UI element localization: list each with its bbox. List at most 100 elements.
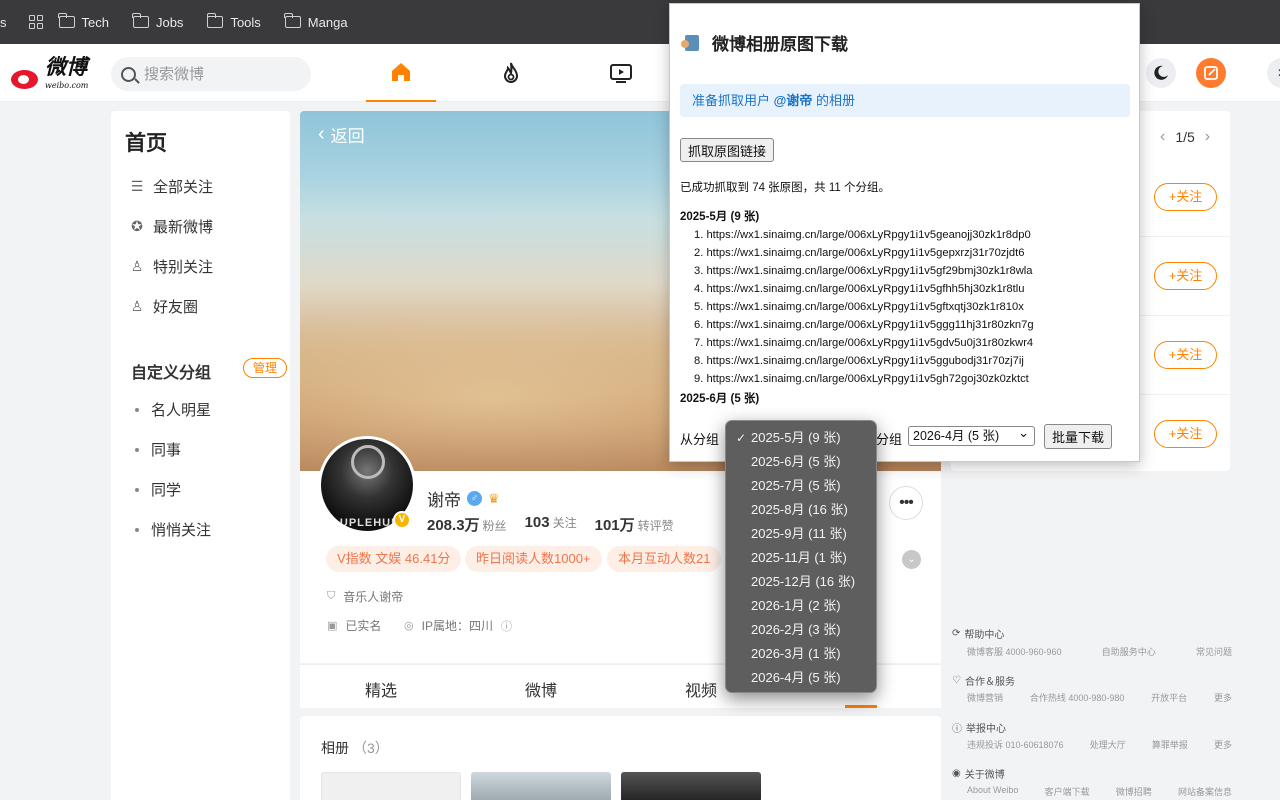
bookmark-folder-tech[interactable]: Tech <box>58 13 109 30</box>
nav-video-tab[interactable] <box>586 44 656 102</box>
followers-count[interactable]: 208.3万 粉丝 <box>427 514 507 535</box>
dropdown-option[interactable]: 2026-3月 (1 张) <box>726 642 876 666</box>
nav-home-tab[interactable] <box>366 44 436 102</box>
id-card-icon: ▣ <box>327 620 338 632</box>
manage-groups-button[interactable]: 管理 <box>243 358 287 378</box>
weibo-logo[interactable]: 微博 weibo.com <box>9 56 89 96</box>
bookmark-folder-manga[interactable]: Manga <box>284 13 348 30</box>
dark-mode-button[interactable] <box>1146 58 1176 88</box>
username: 谢帝 ♂ ♛ <box>427 490 500 511</box>
search-input[interactable] <box>144 65 294 83</box>
group-heading: 2025-5月 (9 张) <box>680 211 760 223</box>
video-icon <box>610 64 632 83</box>
popup-title: 微博相册原图下载 <box>680 30 848 55</box>
group-item-secret-follow[interactable]: 悄悄关注 <box>135 519 211 540</box>
dropdown-option[interactable]: 2025-9月 (11 张) <box>726 522 876 546</box>
reads-tag[interactable]: 昨日阅读人数1000+ <box>465 546 602 572</box>
to-group-select[interactable]: 2026-4月 (5 张) <box>908 424 1035 446</box>
group-item-colleagues[interactable]: 同事 <box>135 439 181 460</box>
footer-about-links: About Weibo 客户端下载 微博招聘 网站备案信息 <box>967 785 1232 797</box>
album-thumbnail[interactable] <box>621 772 761 800</box>
dropdown-option[interactable]: ✓ 2025-5月 (9 张) <box>726 426 876 450</box>
search-box[interactable] <box>111 57 311 91</box>
footer-coop-title: ♡ 合作＆服务 <box>952 675 1015 688</box>
url-item[interactable]: 4. https://wx1.sinaimg.cn/large/006xLyRp… <box>694 280 1034 298</box>
follow-button[interactable]: +关注 <box>1154 420 1217 448</box>
tab-video[interactable]: 视频 <box>685 677 717 701</box>
extension-popup: 微博相册原图下载 准备抓取用户 @谢帝 的相册 抓取原图链接 已成功抓取到 74… <box>669 3 1140 462</box>
tab-weibo[interactable]: 微博 <box>525 677 557 701</box>
url-item[interactable]: 3. https://wx1.sinaimg.cn/large/006xLyRp… <box>694 262 1034 280</box>
follow-button[interactable]: +关注 <box>1154 341 1217 369</box>
dropdown-option[interactable]: 2026-1月 (2 张) <box>726 594 876 618</box>
chevron-left-icon[interactable]: ‹ <box>1160 128 1165 146</box>
weibo-eye-icon <box>9 63 45 91</box>
flame-icon <box>503 62 519 83</box>
dropdown-option[interactable]: 2026-4月 (5 张) <box>726 666 876 690</box>
album-thumbnail[interactable] <box>471 772 611 800</box>
male-icon: ♂ <box>467 491 482 506</box>
nav-hot-tab[interactable] <box>476 44 546 102</box>
compose-icon <box>1204 66 1218 80</box>
group-item-celebrities[interactable]: 名人明星 <box>135 399 211 420</box>
url-item[interactable]: 1. https://wx1.sinaimg.cn/large/006xLyRp… <box>694 226 1034 244</box>
sidebar-item-latest[interactable]: ✪ 最新微博 <box>129 216 213 237</box>
sidebar-item-all-follow[interactable]: ☰ 全部关注 <box>129 176 213 197</box>
url-item[interactable]: 7. https://wx1.sinaimg.cn/large/006xLyRp… <box>694 334 1034 352</box>
dropdown-option[interactable]: 2025-7月 (5 张) <box>726 474 876 498</box>
following-count[interactable]: 103 关注 <box>525 514 577 535</box>
back-button[interactable]: ‹ 返回 <box>318 122 365 147</box>
sidebar-item-special[interactable]: ♙ 特别关注 <box>129 256 213 277</box>
url-item[interactable]: 2. https://wx1.sinaimg.cn/large/006xLyRp… <box>694 244 1034 262</box>
dropdown-option[interactable]: 2025-12月 (16 张) <box>726 570 876 594</box>
fetch-links-button[interactable]: 抓取原图链接 <box>680 138 775 162</box>
group-item-classmates[interactable]: 同学 <box>135 479 181 500</box>
v-index-tag[interactable]: V指数 文娱 46.41分 <box>326 546 462 572</box>
compose-button[interactable] <box>1196 58 1226 88</box>
apps-grid-icon[interactable] <box>28 15 43 29</box>
batch-download-button[interactable]: 批量下载 <box>1044 424 1113 449</box>
folder-icon <box>58 13 75 28</box>
url-item[interactable]: 6. https://wx1.sinaimg.cn/large/006xLyRp… <box>694 316 1034 334</box>
left-sidebar: 首页 ☰ 全部关注 ✪ 最新微博 ♙ 特别关注 ♙ 好友圈 自定义分组 管理 名人明星 … <box>111 111 290 800</box>
dropdown-option[interactable]: 2025-11月 (1 张) <box>726 546 876 570</box>
profile-stats: 208.3万 粉丝 103 关注 101万 转评赞 <box>427 514 674 535</box>
dropdown-option[interactable]: 2025-6月 (5 张) <box>726 450 876 474</box>
bookmark-folder-jobs[interactable]: Jobs <box>132 13 183 30</box>
interaction-tag[interactable]: 本月互动人数21 <box>607 546 722 572</box>
more-nav-button[interactable]: ✕ <box>1267 58 1280 88</box>
logo-subtext: weibo.com <box>45 81 89 90</box>
active-tab-indicator <box>845 705 877 708</box>
footer-report-title: ⓘ 举报中心 <box>952 720 1006 735</box>
url-item[interactable]: 5. https://wx1.sinaimg.cn/large/006xLyRp… <box>694 298 1034 316</box>
url-item[interactable]: 9. https://wx1.sinaimg.cn/large/006xLyRp… <box>694 370 1034 388</box>
chevron-right-icon[interactable]: › <box>1205 128 1210 146</box>
help-center-icon: ⟳ <box>952 628 961 639</box>
from-group-label: 从分组 <box>680 432 720 447</box>
dropdown-option[interactable]: 2026-2月 (3 张) <box>726 618 876 642</box>
expand-chevron-icon[interactable]: ⌄ <box>902 550 921 569</box>
search-icon <box>121 66 136 82</box>
follow-button[interactable]: +关注 <box>1154 262 1217 290</box>
dropdown-option[interactable]: 2025-8月 (16 张) <box>726 498 876 522</box>
sidebar-item-friends[interactable]: ♙ 好友圈 <box>129 296 198 317</box>
help-icon[interactable]: ⓘ <box>501 618 512 634</box>
follow-button[interactable]: +关注 <box>1154 183 1217 211</box>
bookmark-folder-tools[interactable]: Tools <box>206 13 261 30</box>
more-dots-icon: ••• <box>899 494 914 511</box>
album-thumbnail[interactable] <box>321 772 461 800</box>
target-username: @谢帝 <box>773 93 813 108</box>
url-item[interactable]: 8. https://wx1.sinaimg.cn/large/006xLyRp… <box>694 352 1034 370</box>
folder-icon <box>206 13 224 28</box>
star-circle-icon: ✪ <box>131 218 143 234</box>
alert-icon: ⓘ <box>952 724 962 735</box>
ip-location: ◎ IP属地：四川 ⓘ <box>404 618 512 634</box>
reposts-count: 101万 转评赞 <box>594 517 674 534</box>
shield-icon: ⛉ <box>327 590 336 602</box>
more-options-button[interactable]: ••• <box>889 486 923 520</box>
crown-icon: ♛ <box>488 490 500 506</box>
custom-group-title: 自定义分组 <box>131 365 212 382</box>
tab-featured[interactable]: 精选 <box>365 677 397 701</box>
folder-icon <box>284 13 301 28</box>
verified-line: ▣ 已实名 <box>327 619 382 633</box>
